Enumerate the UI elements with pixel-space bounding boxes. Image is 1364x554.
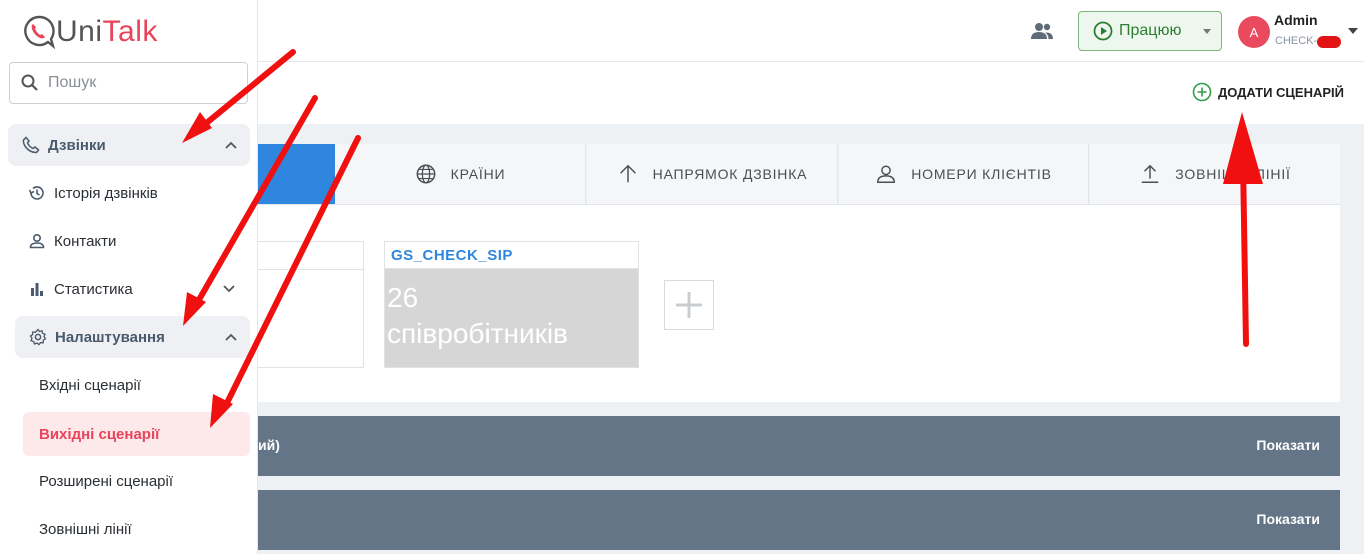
person-icon — [29, 233, 45, 249]
sip-line-name: GS_CHECK_SIP — [385, 242, 638, 269]
sidebar-item-label: Вихідні сценарії — [39, 425, 160, 443]
search-icon — [21, 74, 38, 91]
sidebar-item-label: Зовнішні лінії — [39, 520, 132, 538]
scenario-section[interactable]: Показати — [258, 490, 1340, 550]
person-outline-icon — [877, 165, 896, 183]
work-status-label: Працюю — [1119, 22, 1182, 39]
sidebar-item-external-lines[interactable]: Зовнішні лінії — [23, 507, 250, 551]
people-icon[interactable] — [1030, 20, 1054, 42]
play-circle-icon — [1093, 21, 1113, 41]
tab-active[interactable] — [258, 144, 335, 204]
chevron-up-icon — [225, 141, 237, 149]
sidebar: UniTalk Дзвінки Історія дзвінків Контакт… — [0, 0, 258, 554]
line-card[interactable] — [258, 241, 364, 368]
tab-label: НОМЕРИ КЛІЄНТІВ — [911, 166, 1052, 182]
tab-external-lines[interactable]: ЗОВНІШНІ ЛІНІЇ — [1090, 144, 1340, 204]
logo[interactable]: Uni Talk — [22, 15, 158, 49]
user-organization: CHECK- — [1275, 35, 1318, 47]
sidebar-item-call-history[interactable]: Історія дзвінків — [16, 175, 158, 211]
chevron-up-icon — [225, 333, 237, 341]
tab-label: КРАЇНИ — [450, 166, 506, 182]
add-line-button[interactable] — [664, 280, 714, 330]
logo-text-suffix: Talk — [102, 15, 158, 48]
sidebar-item-label: Історія дзвінків — [54, 184, 158, 202]
tab-label: ЗОВНІШНІ ЛІНІЇ — [1175, 166, 1291, 182]
logo-text-prefix: Uni — [56, 15, 103, 48]
sidebar-item-outgoing-scenarios[interactable]: Вихідні сценарії — [23, 412, 250, 456]
search-input[interactable] — [48, 74, 238, 92]
phone-icon — [22, 136, 40, 154]
card-divider — [258, 269, 363, 270]
sip-line-card[interactable]: GS_CHECK_SIP 26 співробітників — [384, 241, 639, 368]
sidebar-item-incoming-scenarios[interactable]: Вхідні сценарії — [23, 363, 250, 407]
scenario-tabs: КРАЇНИ НАПРЯМОК ДЗВІНКА НОМЕРИ КЛІЄНТІВ … — [258, 144, 1340, 204]
sidebar-item-statistics[interactable]: Статистика — [16, 271, 250, 307]
bar-chart-icon — [31, 283, 43, 296]
sidebar-group-label: Дзвінки — [48, 136, 106, 154]
work-status-dropdown[interactable]: Працюю — [1078, 11, 1222, 51]
arrow-up-icon — [619, 164, 636, 183]
employee-count-label: співробітників — [387, 318, 568, 349]
redaction-mark — [1317, 36, 1341, 48]
employee-count: 26 — [387, 282, 419, 313]
upload-icon — [1142, 164, 1159, 183]
user-name[interactable]: Admin — [1274, 12, 1318, 28]
tab-client-numbers[interactable]: НОМЕРИ КЛІЄНТІВ — [839, 144, 1089, 204]
tab-countries[interactable]: КРАЇНИ — [335, 144, 586, 204]
avatar[interactable]: A — [1238, 16, 1270, 48]
add-scenario-button[interactable]: ДОДАТИ СЦЕНАРІЙ — [1192, 82, 1344, 102]
sidebar-item-label: Розширені сценарії — [39, 472, 174, 490]
show-button[interactable]: Показати — [1256, 437, 1320, 453]
user-menu-chevron-icon[interactable] — [1348, 28, 1358, 34]
sidebar-item-contacts[interactable]: Контакти — [16, 223, 116, 259]
sidebar-item-label: Статистика — [54, 280, 133, 298]
section-title: ий) — [258, 437, 280, 453]
tab-label: НАПРЯМОК ДЗВІНКА — [652, 166, 808, 182]
globe-icon — [416, 164, 436, 184]
chevron-down-icon — [1203, 29, 1211, 34]
sidebar-item-label: Контакти — [54, 232, 117, 250]
gear-icon — [29, 328, 47, 346]
search-box — [9, 62, 248, 104]
sidebar-group-calls[interactable]: Дзвінки — [8, 124, 250, 166]
sidebar-item-extended-scenarios[interactable]: Розширені сценарії — [23, 459, 250, 503]
chevron-down-icon — [223, 285, 235, 293]
add-circle-icon — [1192, 82, 1212, 102]
sidebar-group-label: Налаштування — [55, 328, 165, 346]
add-scenario-label: ДОДАТИ СЦЕНАРІЙ — [1217, 84, 1344, 100]
top-header: Працюю A Admin CHECK- — [258, 0, 1364, 62]
history-icon — [28, 186, 44, 200]
sidebar-item-label: Вхідні сценарії — [39, 376, 141, 394]
chat-bubble-phone-icon — [24, 15, 56, 49]
tab-call-direction[interactable]: НАПРЯМОК ДЗВІНКА — [587, 144, 838, 204]
sidebar-group-settings[interactable]: Налаштування — [15, 316, 250, 358]
lines-panel: GS_CHECK_SIP 26 співробітників — [258, 204, 1340, 402]
sip-line-body: 26 співробітників — [385, 269, 638, 367]
plus-icon — [676, 292, 702, 318]
scenario-section[interactable]: ий) Показати — [258, 416, 1340, 476]
show-button[interactable]: Показати — [1256, 511, 1320, 527]
page-toolbar: ДОДАТИ СЦЕНАРІЙ — [258, 62, 1364, 124]
